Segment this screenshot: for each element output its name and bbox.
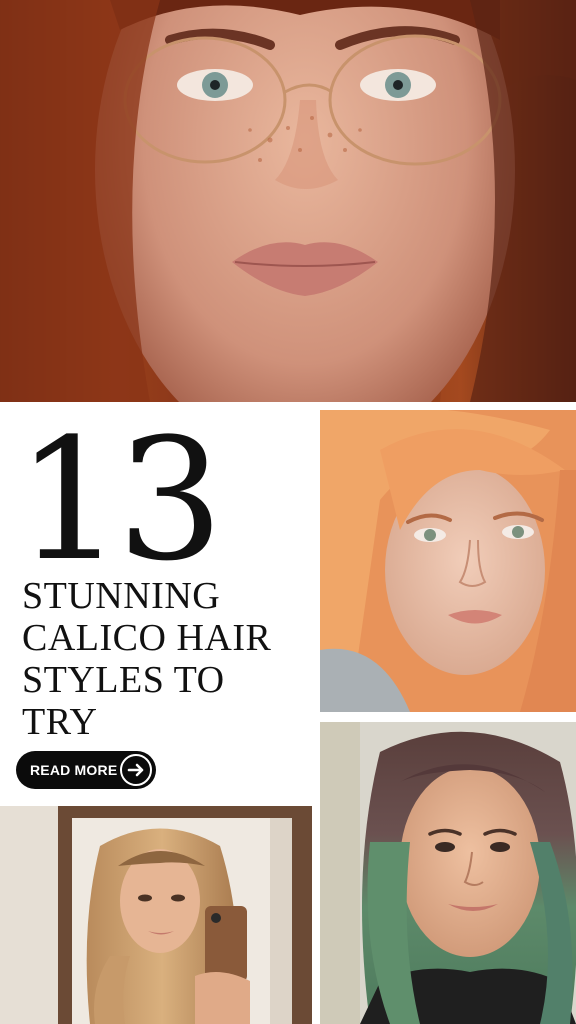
headline-line-1: STUNNING [22, 575, 221, 617]
headline: STUNNING CALICO HAIR STYLES TO TRY [22, 575, 312, 743]
headline-line-3: STYLES TO [22, 659, 225, 701]
read-more-label: READ MORE [30, 762, 118, 778]
headline-line-2: CALICO HAIR [22, 617, 272, 659]
photo-mirror-selfie [0, 806, 312, 1024]
title-number: 13 [16, 402, 224, 598]
photo-mirror-selfie-image [0, 806, 312, 1024]
headline-line-4: TRY [22, 701, 98, 743]
photo-green-hair [320, 722, 576, 1024]
photo-orange-hair-image [320, 410, 576, 712]
photo-orange-hair [320, 410, 576, 712]
hero-photo-image [0, 0, 576, 402]
hero-photo [0, 0, 576, 402]
photo-green-hair-image [320, 722, 576, 1024]
arrow-right-circle-icon [120, 754, 152, 786]
read-more-button[interactable]: READ MORE [16, 751, 156, 789]
